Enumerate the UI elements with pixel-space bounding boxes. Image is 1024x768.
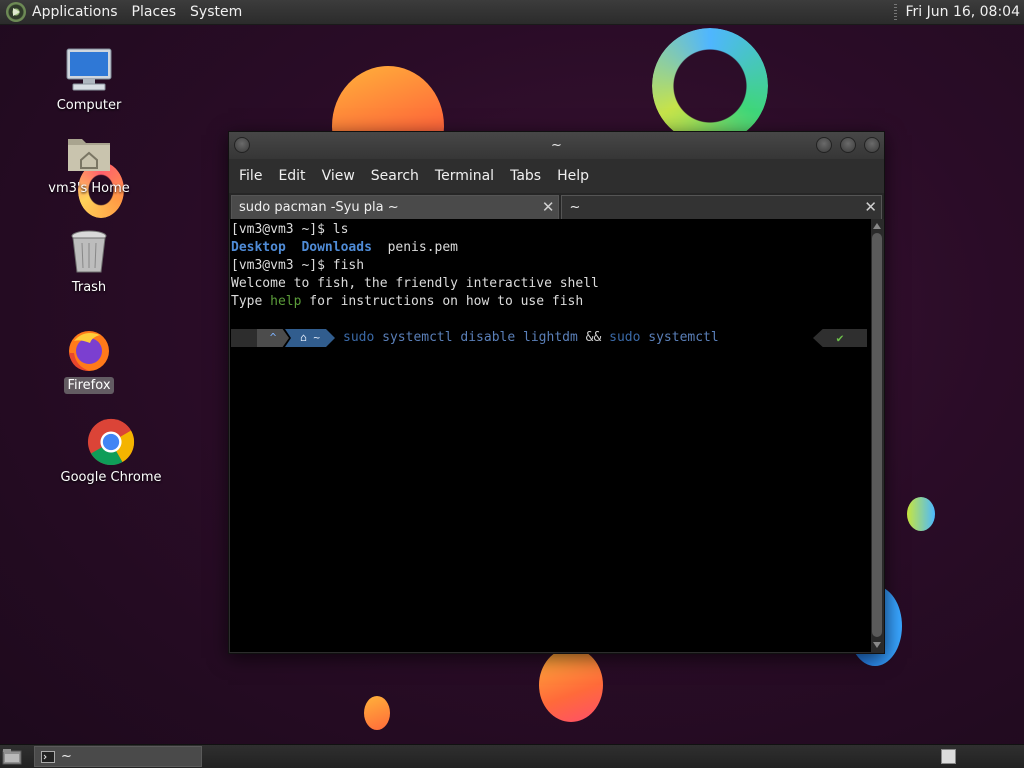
- tab-label: sudo pacman -Syu pla ~: [239, 200, 399, 215]
- home-folder-icon: [65, 129, 113, 177]
- terminal-icon: [41, 750, 55, 763]
- desktop-icon-label: Firefox: [64, 377, 114, 394]
- line-text: Type: [231, 294, 271, 309]
- terminal-menubar: File Edit View Search Terminal Tabs Help: [229, 159, 884, 193]
- tab-label: ~: [569, 200, 581, 215]
- system-menu[interactable]: System: [190, 4, 242, 20]
- home-icon: ⌂: [300, 331, 307, 344]
- scrollbar-thumb[interactable]: [872, 233, 882, 637]
- cmd-text: systemctl disable lightdm: [374, 330, 586, 345]
- wallpaper-ring: [652, 28, 768, 144]
- menu-search[interactable]: Search: [364, 168, 426, 184]
- desktop-icon-label: Google Chrome: [60, 470, 162, 485]
- line-text: for instructions on how to use fish: [301, 294, 584, 309]
- close-icon[interactable]: ✕: [542, 199, 555, 215]
- file-entry: penis.pem: [387, 240, 459, 255]
- desktop-icon-home[interactable]: vm3's Home: [48, 129, 130, 197]
- cmd-text: systemctl: [640, 330, 719, 345]
- scroll-up-icon[interactable]: [872, 222, 882, 230]
- tab-pacman[interactable]: sudo pacman -Syu pla ~ ✕: [231, 195, 560, 219]
- minimize-button[interactable]: [816, 137, 832, 153]
- places-menu[interactable]: Places: [132, 4, 177, 20]
- wallpaper-blob: [539, 648, 603, 722]
- show-desktop-icon[interactable]: [2, 748, 22, 765]
- desktop-icon-label: vm3's Home: [48, 181, 130, 196]
- workspace-switcher[interactable]: [941, 749, 956, 764]
- applications-menu[interactable]: Applications: [32, 4, 118, 20]
- terminal-tabbar: sudo pacman -Syu pla ~ ✕ ~ ✕: [229, 193, 884, 219]
- desktop-icon-label: Computer: [56, 98, 122, 113]
- clock[interactable]: Fri Jun 16, 08:04: [905, 4, 1020, 20]
- window-titlebar[interactable]: ~: [229, 132, 884, 159]
- fish-prompt: ^ ⌂ ~ sudo systemctl disable lightdm && …: [231, 329, 871, 347]
- taskbar-label: ~: [61, 749, 72, 764]
- terminal-line: Type help for instructions on how to use…: [231, 293, 871, 311]
- terminal-line: Desktop Downloads penis.pem: [231, 239, 871, 257]
- prompt-segment: [231, 329, 257, 347]
- scroll-down-icon[interactable]: [872, 641, 882, 649]
- status-check-icon: ✔: [813, 329, 867, 347]
- dir-entry: Desktop: [231, 240, 286, 255]
- terminal-line: [vm3@vm3 ~]$ fish: [231, 258, 365, 273]
- terminal-line: Welcome to fish, the friendly interactiv…: [231, 276, 599, 291]
- close-button[interactable]: [864, 137, 880, 153]
- tab-home[interactable]: ~ ✕: [561, 195, 882, 219]
- prompt-path: ~: [313, 331, 320, 344]
- prompt-segment: ^: [257, 329, 289, 347]
- wallpaper-blob: [364, 696, 390, 730]
- terminal-output[interactable]: [vm3@vm3 ~]$ ls Desktop Downloads penis.…: [230, 219, 871, 652]
- menu-tabs[interactable]: Tabs: [503, 168, 548, 184]
- cmd-word: sudo: [343, 330, 375, 345]
- menu-terminal[interactable]: Terminal: [428, 168, 501, 184]
- menu-help[interactable]: Help: [550, 168, 596, 184]
- cmd-operator: &&: [585, 330, 602, 345]
- wallpaper-blob: [907, 497, 935, 531]
- taskbar-terminal-button[interactable]: ~: [34, 746, 202, 767]
- terminal-scrollbar[interactable]: [871, 219, 883, 652]
- desktop-icon-label: Trash: [71, 280, 107, 295]
- panel-handle: [894, 4, 898, 20]
- trash-icon: [65, 228, 113, 276]
- top-panel: Applications Places System Fri Jun 16, 0…: [0, 0, 1024, 25]
- firefox-icon: [65, 326, 113, 374]
- maximize-button[interactable]: [840, 137, 856, 153]
- close-icon[interactable]: ✕: [864, 199, 877, 215]
- dir-entry: Downloads: [301, 240, 372, 255]
- prompt-segment: ⌂ ~: [285, 329, 335, 347]
- bottom-panel: ~: [0, 744, 1024, 768]
- command-input[interactable]: sudo systemctl disable lightdm && sudo s…: [343, 329, 719, 347]
- computer-icon: [65, 46, 113, 94]
- window-title: ~: [551, 138, 562, 153]
- menu-file[interactable]: File: [232, 168, 269, 184]
- clock-area: Fri Jun 16, 08:04: [894, 4, 1024, 20]
- mate-logo-icon[interactable]: [6, 2, 26, 22]
- help-keyword: help: [270, 294, 302, 309]
- chrome-icon: [87, 418, 135, 466]
- window-menu-button[interactable]: [234, 137, 250, 153]
- cmd-word: sudo: [601, 330, 641, 345]
- terminal-window: ~ File Edit View Search Terminal Tabs He…: [228, 131, 885, 654]
- desktop-icon-trash[interactable]: Trash: [58, 228, 120, 296]
- menu-edit[interactable]: Edit: [271, 168, 312, 184]
- desktop-icon-chrome[interactable]: Google Chrome: [56, 418, 166, 486]
- caret-glyph: ^: [269, 331, 277, 344]
- menu-view[interactable]: View: [315, 168, 362, 184]
- desktop-icon-computer[interactable]: Computer: [57, 46, 121, 114]
- desktop-icon-firefox[interactable]: Firefox: [58, 326, 120, 394]
- terminal-line: [vm3@vm3 ~]$ ls: [231, 222, 349, 237]
